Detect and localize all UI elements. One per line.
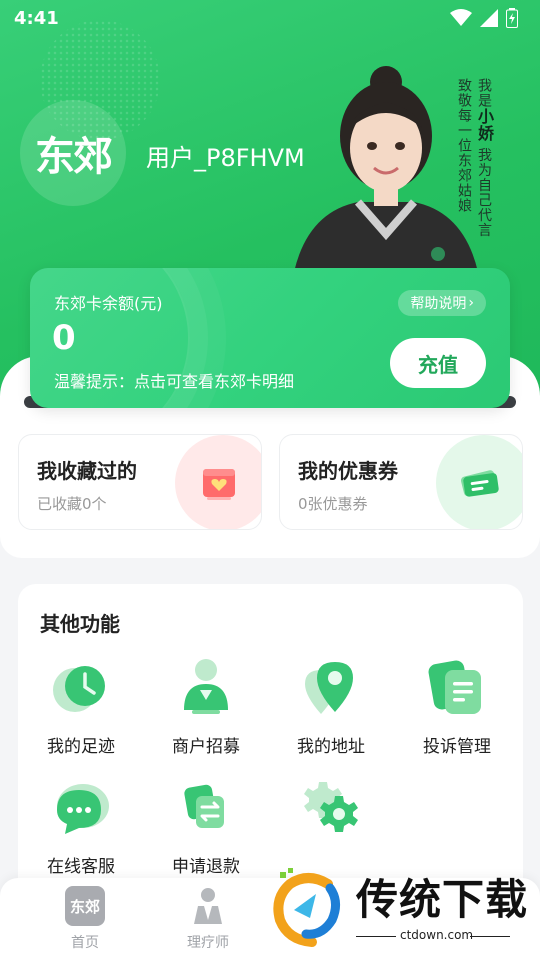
location-icon [305, 662, 353, 714]
balance-card[interactable]: 东郊卡余额(元) 0 温馨提示：点击可查看东郊卡明细 帮助说明 › 充值 [30, 268, 510, 408]
refund-icon [184, 784, 224, 828]
spokesperson-portrait [294, 66, 478, 272]
func-refund[interactable]: 申请退款 [151, 776, 261, 877]
func-refund-label: 申请退款 [172, 857, 240, 877]
balance-tip[interactable]: 温馨提示：点击可查看东郊卡明细 [54, 368, 294, 392]
wifi-icon [450, 9, 472, 26]
chat-icon [57, 784, 109, 834]
help-button[interactable]: 帮助说明 › [398, 290, 486, 316]
balance-value: 0 [52, 318, 76, 358]
func-address[interactable]: 我的地址 [276, 656, 386, 757]
clock-icon [53, 666, 105, 712]
favorites-title: 我收藏过的 [37, 459, 137, 483]
home-logo-icon: 东郊 [65, 886, 105, 926]
recruit-icon [184, 659, 228, 714]
recharge-button[interactable]: 充值 [390, 338, 486, 388]
func-online-service-label: 在线客服 [47, 857, 115, 877]
func-recruit-label: 商户招募 [172, 737, 240, 757]
watermark-brand: 传统下载 [356, 875, 529, 924]
func-online-service[interactable]: 在线客服 [26, 776, 136, 877]
other-functions-title: 其他功能 [40, 612, 120, 636]
favorites-count: 已收藏0个 [37, 495, 107, 513]
signal-icon [480, 9, 498, 27]
chevron-right-icon: › [468, 295, 474, 311]
nav-home-label: 首页 [71, 935, 99, 951]
coupons-card[interactable]: 我的优惠券 0张优惠券 [279, 434, 523, 530]
func-footprint[interactable]: 我的足迹 [26, 656, 136, 757]
func-footprint-label: 我的足迹 [47, 737, 115, 757]
watermark-url: ctdown.com [400, 928, 474, 942]
watermark-logo-icon [273, 868, 340, 947]
favorites-icon [203, 469, 235, 500]
help-button-label: 帮助说明 [410, 296, 467, 312]
func-recruit[interactable]: 商户招募 [151, 656, 261, 757]
coupon-icon [460, 470, 499, 497]
status-time: 4:41 [14, 7, 59, 29]
slogan-right: 我是小娇 我为自己代言 [475, 78, 494, 238]
brand-logo-text: 东郊 [35, 134, 113, 180]
username[interactable]: 用户_P8FHVM [146, 138, 305, 173]
nav-therapist-label: 理疗师 [187, 935, 229, 951]
func-complaint[interactable]: 投诉管理 [402, 656, 512, 757]
coupons-title: 我的优惠券 [298, 459, 398, 483]
status-bar: 4:41 [0, 0, 540, 36]
nav-home[interactable]: 东郊 首页 [45, 886, 125, 952]
status-icons [450, 8, 518, 28]
settings-icon [304, 782, 358, 832]
func-address-label: 我的地址 [297, 737, 365, 757]
watermark-rule-right [470, 936, 510, 937]
func-settings[interactable] [276, 776, 386, 852]
coupons-count: 0张优惠券 [298, 495, 368, 513]
complaint-icon [428, 660, 481, 714]
battery-icon [506, 8, 518, 28]
therapist-icon [194, 888, 222, 924]
home-logo-text: 东郊 [69, 897, 100, 916]
func-complaint-label: 投诉管理 [423, 737, 491, 757]
nav-therapist[interactable]: 理疗师 [168, 886, 248, 952]
watermark-rule [356, 936, 396, 937]
favorites-card[interactable]: 我收藏过的 已收藏0个 [18, 434, 262, 530]
balance-label: 东郊卡余额(元) [54, 294, 163, 313]
other-functions-panel: 其他功能 我的足迹 商户招募 我的地址 投诉管理 在线客服 申请退款 [18, 584, 523, 904]
brand-logo[interactable]: 东郊 [20, 100, 126, 206]
slogan-left: 致敬每一位东郊姑娘 [456, 78, 472, 213]
watermark: 传统下载 ctdown.com [266, 860, 540, 960]
